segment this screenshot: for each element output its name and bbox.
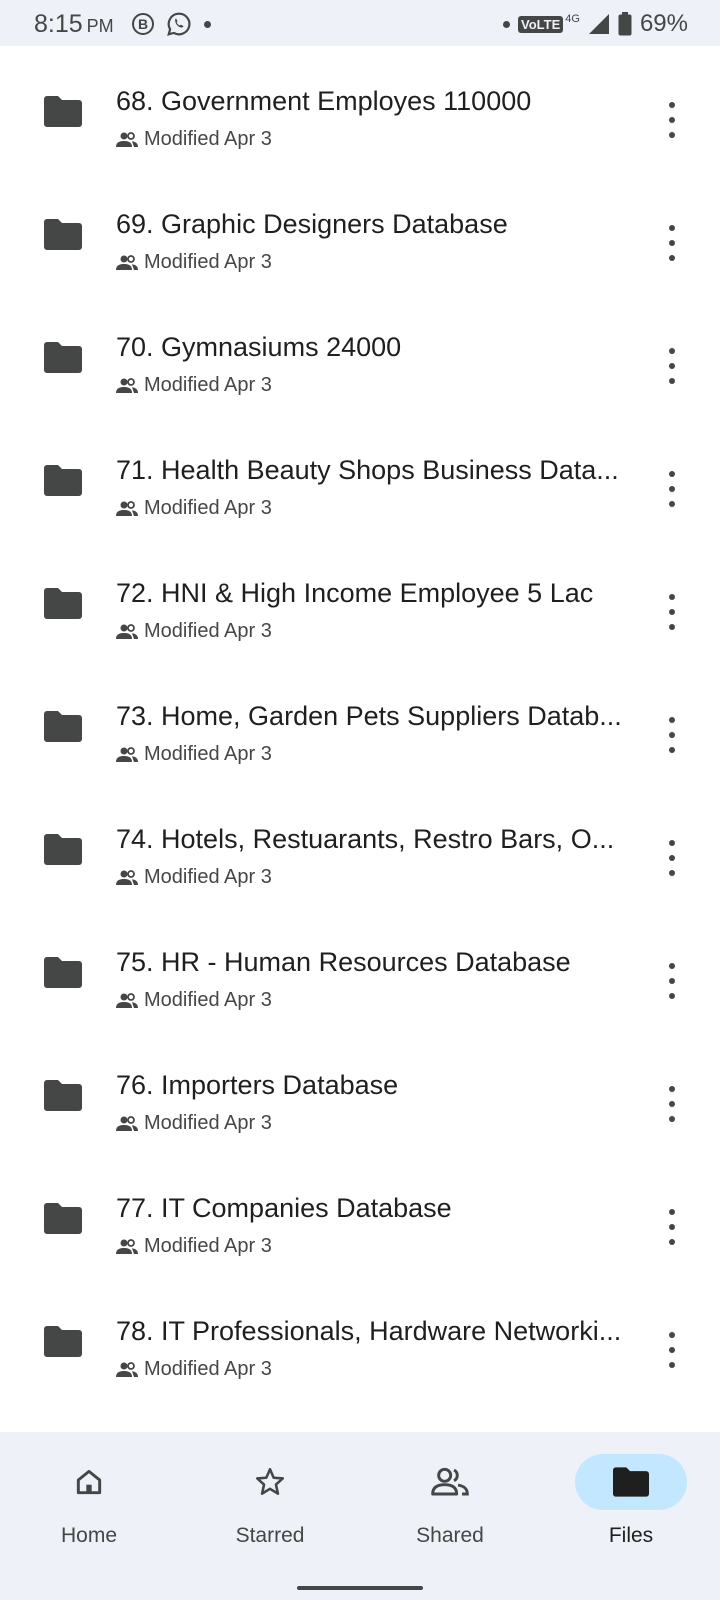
- folder-icon: [44, 834, 82, 865]
- shared-people-icon: [116, 500, 138, 516]
- folder-icon: [613, 1467, 649, 1497]
- list-item[interactable]: 77. IT Companies Database Modified Apr 3: [0, 1153, 720, 1276]
- list-item[interactable]: 74. Hotels, Restuarants, Restro Bars, O.…: [0, 784, 720, 907]
- list-item[interactable]: 78. IT Professionals, Hardware Networki.…: [0, 1276, 720, 1399]
- gesture-home-bar[interactable]: [297, 1586, 423, 1590]
- folder-icon: [44, 219, 82, 250]
- more-options-button[interactable]: [665, 840, 679, 876]
- more-options-button[interactable]: [665, 1086, 679, 1122]
- nav-starred[interactable]: Starred: [205, 1454, 335, 1548]
- whatsapp-icon: [167, 12, 191, 36]
- list-item[interactable]: 70. Gymnasiums 24000 Modified Apr 3: [0, 292, 720, 415]
- modified-date: Modified Apr 3: [144, 866, 272, 888]
- modified-date: Modified Apr 3: [144, 251, 272, 273]
- shared-people-icon: [116, 131, 138, 147]
- more-options-button[interactable]: [665, 1332, 679, 1368]
- list-item[interactable]: 72. HNI & High Income Employee 5 Lac Mod…: [0, 538, 720, 661]
- star-icon: [255, 1467, 285, 1495]
- nav-shared[interactable]: Shared: [385, 1454, 515, 1548]
- network-type: 4G: [565, 13, 580, 25]
- shared-people-icon: [116, 623, 138, 639]
- file-title: 75. HR - Human Resources Database: [116, 947, 571, 977]
- file-list: 68. Government Employes 110000 Modified …: [0, 46, 720, 1399]
- list-item[interactable]: 69. Graphic Designers Database Modified …: [0, 169, 720, 292]
- modified-date: Modified Apr 3: [144, 374, 272, 396]
- modified-date: Modified Apr 3: [144, 989, 272, 1011]
- b-notification-icon: B: [132, 13, 154, 35]
- file-title: 69. Graphic Designers Database: [116, 209, 508, 239]
- battery-percent: 69%: [639, 10, 688, 37]
- people-icon: [431, 1467, 469, 1496]
- file-title: 78. IT Professionals, Hardware Networki.…: [116, 1316, 622, 1346]
- modified-date: Modified Apr 3: [144, 128, 272, 150]
- folder-icon: [44, 342, 82, 373]
- more-options-button[interactable]: [665, 225, 679, 261]
- file-title: 74. Hotels, Restuarants, Restro Bars, O.…: [116, 824, 615, 854]
- folder-icon: [44, 1203, 82, 1234]
- folder-icon: [44, 588, 82, 619]
- folder-icon: [44, 1326, 82, 1357]
- battery-icon: [618, 12, 632, 36]
- folder-icon: [44, 96, 82, 127]
- more-options-button[interactable]: [665, 348, 679, 384]
- bottom-navigation: Home Starred Shared Files: [0, 1432, 720, 1600]
- modified-date: Modified Apr 3: [144, 1235, 272, 1257]
- list-item[interactable]: 75. HR - Human Resources Database Modifi…: [0, 907, 720, 1030]
- file-title: 71. Health Beauty Shops Business Data...: [116, 455, 619, 485]
- notification-dot: [503, 20, 511, 28]
- folder-icon: [44, 465, 82, 496]
- nav-files[interactable]: Files: [566, 1454, 696, 1548]
- list-item[interactable]: 71. Health Beauty Shops Business Data...…: [0, 415, 720, 538]
- folder-icon: [44, 711, 82, 742]
- modified-date: Modified Apr 3: [144, 1112, 272, 1134]
- modified-date: Modified Apr 3: [144, 620, 272, 642]
- list-item[interactable]: 73. Home, Garden Pets Suppliers Datab...…: [0, 661, 720, 784]
- file-title: 76. Importers Database: [116, 1070, 399, 1100]
- modified-date: Modified Apr 3: [144, 497, 272, 519]
- shared-people-icon: [116, 1238, 138, 1254]
- more-options-button[interactable]: [665, 1209, 679, 1245]
- shared-people-icon: [116, 1115, 138, 1131]
- file-title: 72. HNI & High Income Employee 5 Lac: [116, 578, 594, 608]
- file-title: 73. Home, Garden Pets Suppliers Datab...: [116, 701, 622, 731]
- more-options-button[interactable]: [665, 963, 679, 999]
- more-options-button[interactable]: [665, 594, 679, 630]
- more-options-button[interactable]: [665, 471, 679, 507]
- more-options-button[interactable]: [665, 102, 679, 138]
- nav-home[interactable]: Home: [24, 1454, 154, 1548]
- status-time: 8:15 PM: [34, 10, 114, 38]
- modified-date: Modified Apr 3: [144, 743, 272, 765]
- signal-icon: [588, 14, 609, 34]
- status-bar: 8:15 PM B VoLTE 4G 69%: [0, 0, 720, 46]
- file-title: 77. IT Companies Database: [116, 1193, 452, 1223]
- file-title: 70. Gymnasiums 24000: [116, 332, 402, 362]
- shared-people-icon: [116, 992, 138, 1008]
- shared-people-icon: [116, 254, 138, 270]
- file-title: 68. Government Employes 110000: [116, 86, 532, 116]
- notification-dot: [204, 20, 211, 28]
- list-item[interactable]: 76. Importers Database Modified Apr 3: [0, 1030, 720, 1153]
- shared-people-icon: [116, 869, 138, 885]
- folder-icon: [44, 1080, 82, 1111]
- volte-icon: VoLTE: [518, 15, 564, 33]
- shared-people-icon: [116, 746, 138, 762]
- more-options-button[interactable]: [665, 717, 679, 753]
- list-item[interactable]: 68. Government Employes 110000 Modified …: [0, 46, 720, 169]
- modified-date: Modified Apr 3: [144, 1358, 272, 1380]
- shared-people-icon: [116, 1361, 138, 1377]
- shared-people-icon: [116, 377, 138, 393]
- home-icon: [76, 1469, 102, 1495]
- folder-icon: [44, 957, 82, 988]
